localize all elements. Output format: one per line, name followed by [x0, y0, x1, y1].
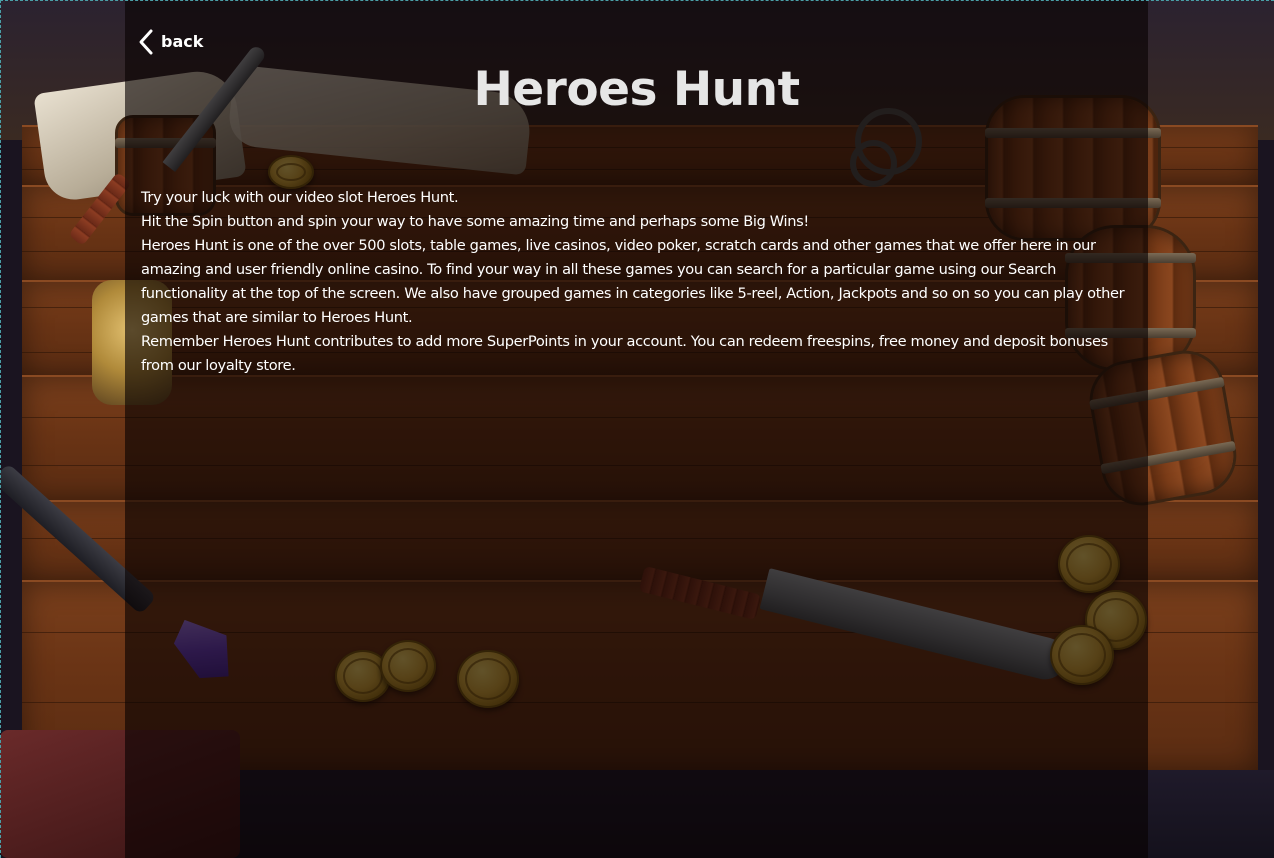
- chevron-left-icon: [139, 29, 153, 55]
- description-paragraph: Try your luck with our video slot Heroes…: [141, 189, 459, 206]
- back-button[interactable]: back: [137, 28, 203, 56]
- description-paragraph: Heroes Hunt is one of the over 500 slots…: [141, 237, 1125, 326]
- game-description: Try your luck with our video slot Heroes…: [141, 186, 1131, 378]
- page-title: Heroes Hunt: [473, 62, 800, 117]
- description-paragraph: Hit the Spin button and spin your way to…: [141, 213, 809, 230]
- back-label: back: [161, 32, 204, 51]
- content-overlay: [125, 0, 1148, 858]
- description-paragraph: Remember Heroes Hunt contributes to add …: [141, 333, 1108, 374]
- game-info-page: back Heroes Hunt Try your luck with our …: [0, 0, 1274, 858]
